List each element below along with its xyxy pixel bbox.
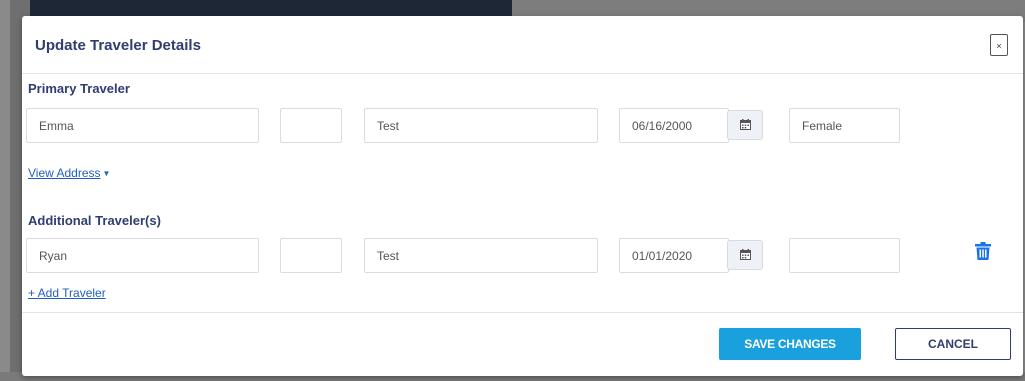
additional-last-name-input[interactable] xyxy=(364,238,598,273)
primary-dob-input[interactable] xyxy=(619,108,729,143)
update-traveler-modal: Update Traveler Details × Primary Travel… xyxy=(22,16,1023,376)
close-button[interactable]: × xyxy=(990,34,1008,56)
additional-middle-name-input[interactable] xyxy=(280,238,342,273)
caret-down-icon: ▼ xyxy=(102,169,111,178)
add-traveler-link[interactable]: + Add Traveler xyxy=(28,286,106,300)
remove-traveler-button[interactable] xyxy=(975,242,995,264)
additional-travelers-heading: Additional Traveler(s) xyxy=(28,213,161,228)
primary-middle-name-input[interactable] xyxy=(280,108,342,143)
additional-first-name-input[interactable] xyxy=(26,238,259,273)
additional-gender-select[interactable] xyxy=(789,238,900,273)
trash-icon xyxy=(975,242,991,260)
primary-calendar-button[interactable] xyxy=(727,110,763,140)
cancel-button[interactable]: CANCEL xyxy=(895,328,1011,360)
primary-traveler-heading: Primary Traveler xyxy=(28,81,130,96)
additional-dob-input[interactable] xyxy=(619,238,729,273)
modal-header: Update Traveler Details × xyxy=(22,16,1023,74)
modal-footer-divider xyxy=(22,312,1023,313)
additional-calendar-button[interactable] xyxy=(727,240,763,270)
primary-last-name-input[interactable] xyxy=(364,108,598,143)
modal-title: Update Traveler Details xyxy=(35,37,201,54)
calendar-icon xyxy=(740,249,751,260)
primary-gender-select[interactable] xyxy=(789,108,900,143)
primary-first-name-input[interactable] xyxy=(26,108,259,143)
view-address-link[interactable]: View Address ▼ xyxy=(28,166,110,180)
view-address-label: View Address xyxy=(28,166,101,180)
calendar-icon xyxy=(740,119,751,130)
save-changes-button[interactable]: SAVE CHANGES xyxy=(719,328,861,360)
